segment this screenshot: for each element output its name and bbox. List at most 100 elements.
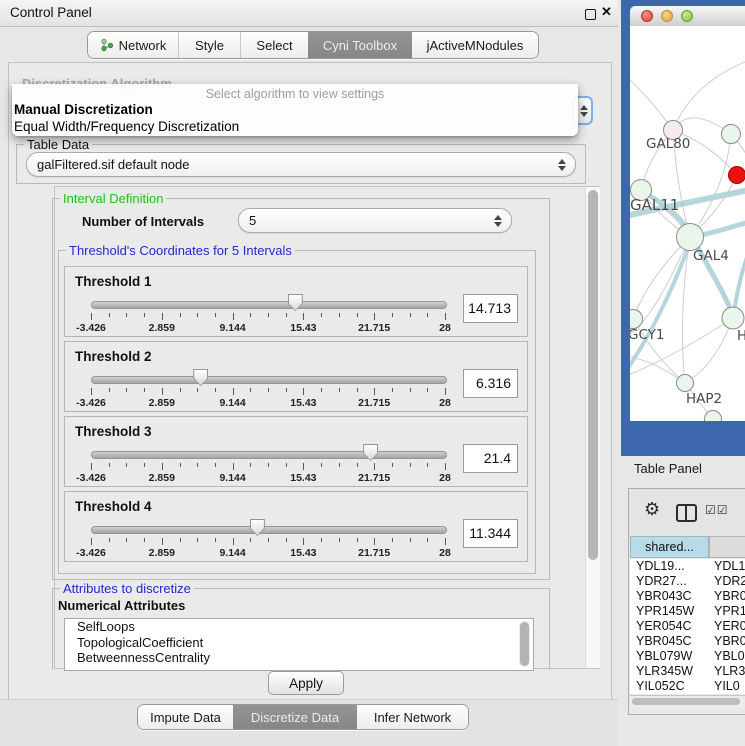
attribute-item-selfloops[interactable]: SelfLoops [65, 619, 533, 635]
close-icon[interactable]: ✕ [601, 4, 612, 20]
table-cell-shared-name[interactable]: YER054C [636, 619, 692, 634]
table-cell-shared-name[interactable]: YIL052C [636, 679, 685, 694]
vertical-scrollbar-thumb[interactable] [588, 190, 598, 560]
table-row[interactable]: YDR27... YDR2 [630, 574, 745, 589]
table-horizontal-scrollbar[interactable] [630, 695, 745, 707]
algorithm-option-manual-discretization[interactable]: Manual Discretization [14, 102, 153, 117]
network-graph: GAL80GAL11GAL4GCY1HHAP2 [630, 26, 745, 421]
network-canvas[interactable]: GAL80GAL11GAL4GCY1HHAP2 [630, 26, 745, 421]
tick-label: 9.144 [219, 472, 245, 484]
select-columns-checkboxes-icon[interactable]: ☑☑ [705, 503, 729, 517]
table-row[interactable]: YPR145W YPR1 [630, 604, 745, 619]
tab-select[interactable]: Select [240, 32, 308, 58]
table-cell-name[interactable]: YPR1 [714, 604, 745, 619]
table-row[interactable]: YBR045C YBR0 [630, 634, 745, 649]
tick-label: 9.144 [219, 322, 245, 334]
apply-button[interactable]: Apply [268, 671, 344, 695]
slider-tick-labels: -3.4262.8599.14415.4321.71528 [91, 322, 445, 334]
edge[interactable] [630, 78, 673, 130]
tick-label: 15.43 [290, 547, 316, 559]
tab-discretize-data[interactable]: Discretize Data [233, 705, 357, 729]
column-header-shared-name[interactable]: shared... [630, 536, 709, 558]
slider-tick-labels: -3.4262.8599.14415.4321.71528 [91, 547, 445, 559]
tab-network[interactable]: Network [88, 32, 178, 58]
threshold-3-value-input[interactable]: 21.4 [463, 444, 518, 473]
threshold-3-slider-track[interactable] [91, 451, 447, 459]
table-row[interactable]: YIL052C YIL0 [630, 679, 745, 694]
attributes-list[interactable]: SelfLoopsTopologicalCoefficientBetweenne… [64, 618, 534, 671]
node-label-h: H [737, 328, 745, 344]
table-cell-name[interactable]: YER0 [714, 619, 745, 634]
table-row[interactable]: YDL19... YDL1 [630, 559, 745, 574]
table-cell-shared-name[interactable]: YBR045C [636, 634, 692, 649]
table-row[interactable]: YLR345W YLR3 [630, 664, 745, 679]
threshold-4-slider-track[interactable] [91, 526, 447, 534]
threshold-1-value-input[interactable]: 14.713 [463, 294, 518, 323]
table-data-combo[interactable]: galFiltered.sif default node [26, 152, 576, 177]
node[interactable] [729, 167, 745, 184]
node-h[interactable] [722, 307, 744, 329]
edge[interactable] [630, 356, 685, 383]
minimize-traffic-light-icon[interactable] [661, 10, 673, 22]
table-cell-name[interactable]: YBR0 [714, 634, 745, 649]
threshold-4-box: Threshold 4-3.4262.8599.14415.4321.71528… [64, 491, 528, 562]
table-cell-name[interactable]: YIL0 [714, 679, 740, 694]
node-gcy1[interactable] [630, 310, 643, 329]
tab-jactivemnodules[interactable]: jActiveMNodules [412, 32, 538, 58]
table-cell-name[interactable]: YBL0 [714, 649, 745, 664]
tab-cyni-toolbox[interactable]: Cyni Toolbox [308, 32, 412, 58]
tick-label: 9.144 [219, 547, 245, 559]
table-cell-shared-name[interactable]: YLR345W [636, 664, 693, 679]
table-cell-shared-name[interactable]: YPR145W [636, 604, 694, 619]
table-cell-name[interactable]: YDR2 [714, 574, 745, 589]
split-columns-icon[interactable] [676, 504, 697, 522]
table-cell-name[interactable]: YBR0 [714, 589, 745, 604]
node[interactable] [722, 125, 741, 144]
slider-tick-labels: -3.4262.8599.14415.4321.71528 [91, 397, 445, 409]
vertical-scrollbar[interactable] [585, 187, 600, 668]
tab-infer-network[interactable]: Infer Network [357, 705, 468, 729]
edge[interactable] [685, 318, 733, 383]
close-traffic-light-icon[interactable] [641, 10, 653, 22]
algorithm-option-equal-width-frequency-discretization[interactable]: Equal Width/Frequency Discretization [14, 119, 239, 134]
edge[interactable] [690, 134, 731, 237]
num-intervals-combo[interactable]: 5 [238, 208, 512, 233]
table-cell-name[interactable]: YLR3 [714, 664, 745, 679]
gear-icon[interactable]: ⚙ [644, 499, 660, 520]
algorithm-dropdown-popup: Select algorithm to view settings Manual… [12, 84, 578, 136]
attribute-item-betweennesscentrality[interactable]: BetweennessCentrality [65, 650, 533, 666]
attributes-list-scrollbar[interactable] [519, 621, 530, 667]
threshold-1-slider-track[interactable] [91, 301, 447, 309]
threshold-label: Threshold 2 [75, 349, 152, 364]
tick-label: 28 [439, 322, 451, 334]
table-row[interactable]: YBL079W YBL0 [630, 649, 745, 664]
zoom-traffic-light-icon[interactable] [681, 10, 693, 22]
tab-impute-data[interactable]: Impute Data [138, 705, 233, 729]
node-label-gal80: GAL80 [646, 136, 690, 152]
table-row[interactable]: YBR043C YBR0 [630, 589, 745, 604]
float-window-icon[interactable] [585, 9, 596, 20]
table-cell-shared-name[interactable]: YBR043C [636, 589, 692, 604]
table-cell-shared-name[interactable]: YDL19... [636, 559, 685, 574]
table-cell-name[interactable]: YDL1 [714, 559, 745, 574]
control-panel-titlebar [0, 0, 618, 27]
table-cell-shared-name[interactable]: YBL079W [636, 649, 692, 664]
num-intervals-value: 5 [249, 213, 256, 228]
threshold-2-slider-track[interactable] [91, 376, 447, 384]
tab-style[interactable]: Style [178, 32, 240, 58]
threshold-4-value-input[interactable]: 11.344 [463, 519, 518, 548]
tick-label: 2.859 [149, 547, 175, 559]
attribute-item-topologicalcoefficient[interactable]: TopologicalCoefficient [65, 635, 533, 651]
node-gal4[interactable] [677, 224, 704, 251]
tick-label: 15.43 [290, 397, 316, 409]
threshold-label: Threshold 3 [75, 424, 152, 439]
column-header-name[interactable]: n [709, 536, 745, 558]
slider-ticks [91, 313, 445, 321]
table-row[interactable]: YER054C YER0 [630, 619, 745, 634]
node-hap2[interactable] [677, 375, 694, 392]
tick-label: 2.859 [149, 397, 175, 409]
table-cell-shared-name[interactable]: YDR27... [636, 574, 687, 589]
table-data-combo-value: galFiltered.sif default node [37, 157, 189, 172]
threshold-2-value-input[interactable]: 6.316 [463, 369, 518, 398]
tick-label: 21.715 [358, 322, 390, 334]
